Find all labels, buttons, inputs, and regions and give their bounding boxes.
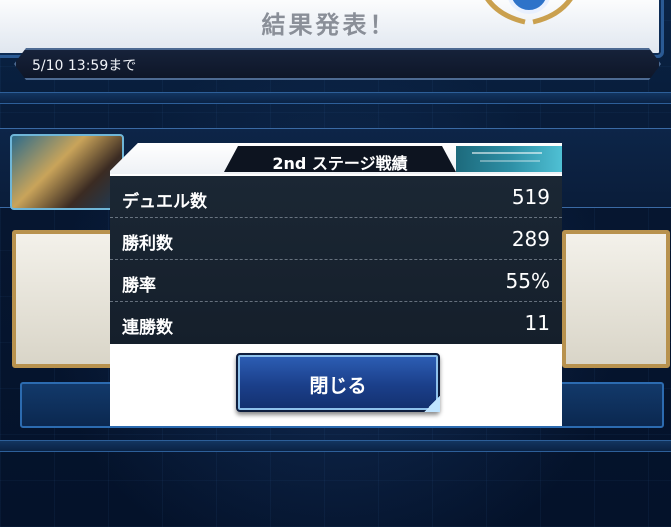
stat-label: 勝率 (122, 276, 156, 296)
header-decoration-line (472, 152, 542, 154)
laurel-medal-icon (485, 0, 573, 25)
stat-label: 勝利数 (122, 234, 173, 254)
deadline-text: 5/10 13:59まで (32, 58, 137, 74)
reward-card-left (12, 230, 120, 368)
stat-row-duels: デュエル数 519 (110, 176, 562, 218)
stat-value: 11 (524, 311, 550, 335)
stat-value: 519 (511, 185, 550, 209)
stage-results-modal: 2nd ステージ戦績 デュエル数 519 勝利数 289 勝率 55% 連勝数 … (110, 143, 562, 426)
header-decoration (456, 146, 562, 172)
stat-label: 連勝数 (122, 318, 173, 338)
stat-row-win-streak: 連勝数 11 (110, 302, 562, 343)
stat-value: 55% (505, 269, 550, 293)
stat-row-wins: 勝利数 289 (110, 218, 562, 260)
duelist-portrait (10, 134, 124, 210)
stat-label: デュエル数 (122, 192, 207, 212)
deadline-bar: 5/10 13:59まで (14, 48, 661, 80)
close-button[interactable]: 閉じる (236, 353, 440, 412)
stats-panel: デュエル数 519 勝利数 289 勝率 55% 連勝数 11 (110, 176, 562, 344)
button-corner-accent (424, 396, 440, 412)
header-decoration-line (480, 160, 540, 162)
stat-row-win-rate: 勝率 55% (110, 260, 562, 302)
reward-card-right (562, 230, 670, 368)
modal-title: 2nd ステージ戦績 (272, 154, 408, 173)
close-button-label: 閉じる (309, 375, 367, 397)
stat-value: 289 (511, 227, 550, 251)
modal-title-bar: 2nd ステージ戦績 (224, 146, 456, 172)
divider-band-bottom (0, 440, 671, 452)
divider-band (0, 92, 671, 104)
